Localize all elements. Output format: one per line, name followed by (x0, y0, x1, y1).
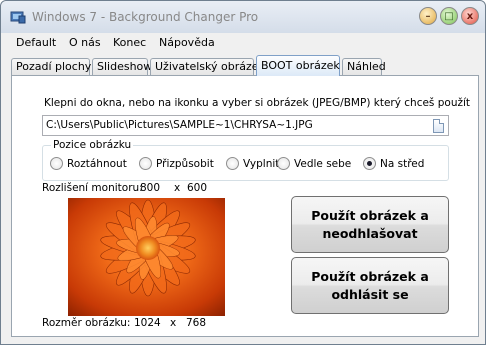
app-icon (10, 11, 26, 24)
position-group-legend: Pozice obrázku (51, 139, 134, 151)
title-bar[interactable]: Windows 7 - Background Changer Pro – □ x (1, 1, 485, 33)
image-size-separator: x (170, 317, 177, 329)
boot-panel: Klepni do okna, nebo na ikonku a vyber s… (11, 75, 479, 337)
menu-about[interactable]: O nás (69, 36, 101, 49)
minimize-button[interactable]: – (419, 7, 437, 25)
radio-fit-circle[interactable] (139, 157, 152, 170)
close-icon: x (466, 10, 474, 22)
maximize-button[interactable]: □ (440, 7, 458, 25)
radio-center[interactable]: Na střed (363, 157, 424, 170)
close-button[interactable]: x (461, 7, 479, 25)
radio-center-label: Na střed (380, 157, 425, 170)
resolution-height: 600 (187, 182, 208, 194)
maximize-icon: □ (444, 10, 454, 22)
use-image-no-logoff-button[interactable]: Použít obrázek a neodhlašovat (291, 196, 449, 253)
flower-center (136, 236, 160, 260)
radio-fit[interactable]: Přizpůsobit (139, 157, 214, 170)
image-path-field[interactable]: C:\Users\Public\Pictures\SAMPLE~1\CHRYSA… (42, 115, 449, 136)
tab-desktop-background[interactable]: Pozadí plochy (11, 58, 91, 76)
position-group: Pozice obrázku Roztáhnout Přizpůsobit Vy… (42, 139, 449, 181)
minimize-icon: – (425, 10, 431, 22)
radio-fit-label: Přizpůsobit (156, 157, 214, 170)
radio-stretch[interactable]: Roztáhnout (50, 157, 127, 170)
image-preview (68, 198, 225, 316)
instruction-text: Klepni do okna, nebo na ikonku a vyber s… (44, 97, 471, 109)
menu-exit[interactable]: Konec (113, 36, 146, 49)
radio-fill-circle[interactable] (226, 157, 239, 170)
resolution-width: 800 (140, 182, 161, 194)
radio-tile[interactable]: Vedle sebe (277, 157, 351, 170)
image-size-height: 768 (186, 317, 207, 329)
tab-slideshow[interactable]: Slideshow (92, 58, 152, 76)
app-window: Windows 7 - Background Changer Pro – □ x… (0, 0, 486, 345)
window-title: Windows 7 - Background Changer Pro (32, 10, 259, 24)
resolution-separator: x (174, 182, 181, 194)
radio-fill-label: Vyplnit (243, 157, 280, 170)
menu-help[interactable]: Nápověda (159, 36, 215, 49)
radio-center-circle[interactable] (363, 157, 376, 170)
radio-stretch-label: Roztáhnout (67, 157, 127, 170)
radio-tile-circle[interactable] (277, 157, 290, 170)
file-browse-icon[interactable] (433, 119, 444, 133)
tab-user-picture[interactable]: Uživatelský obrázek (150, 58, 265, 76)
radio-fill[interactable]: Vyplnit (226, 157, 279, 170)
image-size-label: Rozměr obrázku: (42, 317, 131, 329)
menu-default[interactable]: Default (16, 36, 56, 49)
menu-bar: Default O nás Konec Nápověda (1, 33, 485, 53)
use-image-logoff-button[interactable]: Použít obrázek a odhlásit se (291, 257, 449, 314)
radio-selected-dot (367, 161, 372, 166)
resolution-label: Rozlišení monitoru: (42, 182, 143, 194)
image-size-width: 1024 (134, 317, 161, 329)
radio-tile-label: Vedle sebe (294, 157, 352, 170)
tab-strip: Pozadí plochy Slideshow Uživatelský obrá… (11, 55, 481, 76)
radio-stretch-circle[interactable] (50, 157, 63, 170)
tab-boot-picture[interactable]: BOOT obrázek (256, 55, 340, 76)
chrysanthemum-image (68, 198, 225, 316)
image-path-value: C:\Users\Public\Pictures\SAMPLE~1\CHRYSA… (46, 119, 313, 131)
tab-preview[interactable]: Náhled (342, 58, 386, 76)
